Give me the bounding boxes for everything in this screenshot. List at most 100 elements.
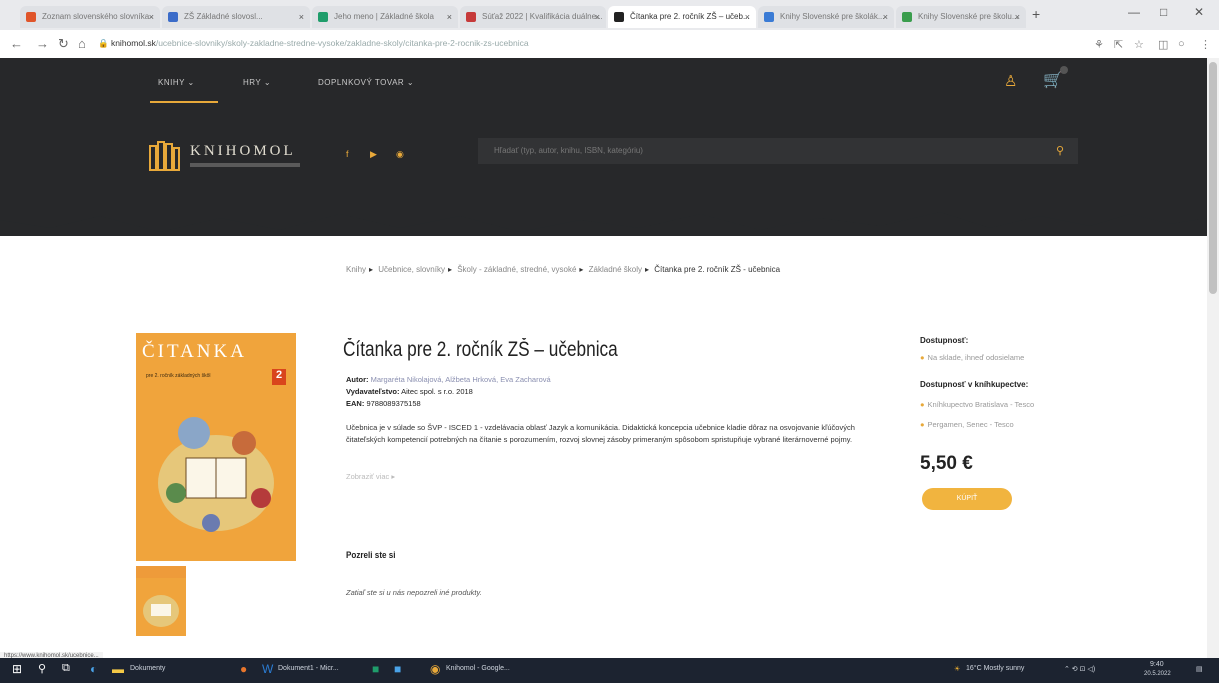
product-title: Čítanka pre 2. ročník ZŠ – učebnica — [343, 338, 618, 361]
breadcrumb-item[interactable]: Základné školy — [589, 265, 642, 274]
show-more-link[interactable]: Zobraziť viac ▸ — [346, 472, 395, 481]
weather-label[interactable]: 16°C Mostly sunny — [966, 665, 1024, 672]
store-item[interactable]: ● Pergamen, Senec - Tesco — [920, 420, 1014, 429]
close-tab-icon[interactable]: × — [883, 6, 888, 28]
notifications-icon[interactable]: ▤ — [1196, 665, 1203, 673]
close-tab-icon[interactable]: × — [149, 6, 154, 28]
instagram-icon[interactable]: ◉ — [396, 149, 404, 160]
url-path: /ucebnice-slovniky/skoly-zakladne-stredn… — [155, 38, 529, 48]
chrome-icon[interactable]: ◉ — [430, 662, 440, 679]
edge-icon[interactable]: ◐ — [90, 662, 97, 679]
taskbar-app-label[interactable]: Dokument1 - Micr... — [278, 665, 339, 672]
forward-icon[interactable]: → — [36, 36, 49, 51]
breadcrumb-item[interactable]: Školy - základné, stredné, vysoké — [457, 265, 576, 274]
close-tab-icon[interactable]: × — [447, 6, 452, 28]
search-taskbar-icon[interactable]: ⚲ — [38, 662, 46, 679]
viewed-section-title: Pozreli ste si — [346, 550, 396, 560]
logo-tagline — [190, 163, 300, 167]
taskbar-app-label[interactable]: Knihomol - Google... — [446, 665, 510, 672]
url-domain: knihomol.sk — [110, 38, 156, 48]
availability-label: Dostupnosť: — [920, 336, 969, 345]
reload-icon[interactable]: ↻ — [58, 36, 69, 52]
tab-label: Súťaž 2022 | Kvalifikácia duálne... — [482, 12, 603, 21]
nav-hry[interactable]: HRY ⌄ — [243, 78, 271, 87]
product-cover-image[interactable]: ČITANKA pre 2. ročník základných škôl 2 — [136, 333, 296, 561]
browser-tab-4[interactable]: Súťaž 2022 | Kvalifikácia duálne... × — [460, 6, 606, 28]
breadcrumb-item[interactable]: Učebnice, slovníky — [378, 265, 445, 274]
youtube-icon[interactable]: ▶ — [370, 149, 377, 160]
system-tray-icons[interactable]: ⌃ ⟲ ⊡ ◁) — [1064, 665, 1095, 673]
taskbar-app-label[interactable]: Dokumenty — [130, 665, 165, 672]
scrollbar-thumb[interactable] — [1209, 62, 1217, 294]
facebook-icon[interactable]: f — [346, 149, 349, 159]
breadcrumb: Knihy ▸ Učebnice, slovníky ▸ Školy - zákla… — [346, 265, 781, 274]
thumbnail-illustration — [136, 566, 186, 627]
close-tab-icon[interactable]: × — [745, 6, 750, 28]
menu-dots-icon[interactable]: ⋮ — [1200, 38, 1211, 51]
torn-paper-edge — [0, 200, 1207, 232]
close-tab-icon[interactable]: × — [595, 6, 600, 28]
cart-badge — [1060, 66, 1068, 74]
user-icon[interactable]: ♙ — [1004, 72, 1017, 90]
store-icon[interactable]: ■ — [394, 662, 401, 679]
browser-tab-active[interactable]: Čítanka pre 2. ročník ZŠ – učeb... × — [608, 6, 756, 28]
browser-tab-1[interactable]: Zoznam slovenského slovníka × — [20, 6, 160, 28]
clock-time[interactable]: 9:40 — [1150, 661, 1164, 668]
product-author: Autor: Margaréta Nikolajová, Alžbeta Hrk… — [346, 375, 551, 384]
nav-doplnkovy-tovar[interactable]: DOPLNKOVÝ TOVAR ⌄ — [318, 78, 414, 87]
tab-label: Knihy Slovenské pre školu... — [918, 12, 1019, 21]
weather-icon[interactable]: ☀ — [954, 665, 960, 673]
close-tab-icon[interactable]: × — [1015, 6, 1020, 28]
sidebar-icon[interactable]: ◫ — [1158, 38, 1168, 51]
author-links[interactable]: Margaréta Nikolajová, Alžbeta Hrková, Ev… — [371, 375, 551, 384]
tab-label: ZŠ Základné slovosl... — [184, 12, 263, 21]
search-icon[interactable]: ⚲ — [1056, 144, 1064, 157]
home-icon[interactable]: ⌂ — [78, 36, 86, 51]
word-icon[interactable]: W — [262, 662, 273, 679]
tab-favicon — [466, 12, 476, 22]
product-thumbnail[interactable] — [136, 566, 186, 636]
product-description: Učebnica je v súlade so ŠVP - ISCED 1 - … — [346, 423, 855, 444]
breadcrumb-current: Čítanka pre 2. ročník ZŠ - učebnica — [654, 265, 781, 274]
product-ean: EAN: 9788089375158 — [346, 399, 421, 408]
back-icon[interactable]: ← — [10, 36, 23, 51]
share-icon[interactable]: ⇱ — [1114, 38, 1123, 51]
clock-date[interactable]: 20.5.2022 — [1144, 671, 1171, 677]
profile-icon[interactable]: ○ — [1178, 38, 1185, 50]
knihomol-logo-icon[interactable] — [146, 138, 182, 174]
browser-tab-3[interactable]: Jeho meno | Základné škola × — [312, 6, 458, 28]
url-field[interactable]: 🔒 knihomol.sk/ucebnice-slovniky/skoly-za… — [98, 38, 529, 49]
breadcrumb-item[interactable]: Knihy — [346, 265, 366, 274]
tab-label: Čítanka pre 2. ročník ZŠ – učeb... — [630, 12, 750, 21]
tab-label: Zoznam slovenského slovníka — [42, 12, 150, 21]
close-window-icon[interactable]: ✕ — [1194, 5, 1204, 19]
buy-button[interactable]: KÚPIŤ — [922, 488, 1012, 510]
logo-text[interactable]: KNIHOMOL — [190, 143, 296, 160]
availability-value: ● Na sklade, ihneď odosielame — [920, 353, 1025, 362]
firefox-icon[interactable]: ● — [240, 662, 247, 679]
tab-favicon — [614, 12, 624, 22]
tab-label: Jeho meno | Základné škola — [334, 12, 434, 21]
bookmark-star-icon[interactable]: ☆ — [1134, 38, 1144, 51]
translate-icon[interactable]: ⚘ — [1094, 38, 1104, 51]
search-placeholder: Hľadať (typ, autor, knihu, ISBN, kategór… — [494, 146, 643, 155]
cart-icon[interactable]: 🛒 — [1043, 70, 1063, 90]
browser-tab-7[interactable]: Knihy Slovenské pre školu... × — [896, 6, 1026, 28]
nav-knihy[interactable]: KNIHY ⌄ — [158, 78, 195, 87]
windows-start-icon[interactable]: ⊞ — [12, 662, 22, 679]
tab-favicon — [764, 12, 774, 22]
tab-favicon — [902, 12, 912, 22]
store-item[interactable]: ● Kníhkupectvo Bratislava - Tesco — [920, 400, 1034, 409]
tab-bar: Zoznam slovenského slovníka × ZŠ Základn… — [0, 0, 1219, 30]
new-tab-icon[interactable]: + — [1032, 6, 1040, 22]
excel-icon[interactable]: ■ — [372, 662, 379, 679]
browser-tab-2[interactable]: ZŠ Základné slovosl... × — [162, 6, 310, 28]
maximize-icon[interactable]: □ — [1160, 5, 1167, 19]
product-publisher: Vydavateľstvo: Aitec spol. s r.o. 2018 — [346, 387, 473, 396]
browser-tab-6[interactable]: Knihy Slovenské pre školák... × — [758, 6, 894, 28]
file-explorer-icon[interactable]: ▬ — [112, 662, 124, 679]
minimize-icon[interactable]: — — [1128, 5, 1140, 19]
task-view-icon[interactable]: ⧉ — [62, 662, 70, 679]
nav-active-underline — [150, 101, 218, 103]
close-tab-icon[interactable]: × — [299, 6, 304, 28]
